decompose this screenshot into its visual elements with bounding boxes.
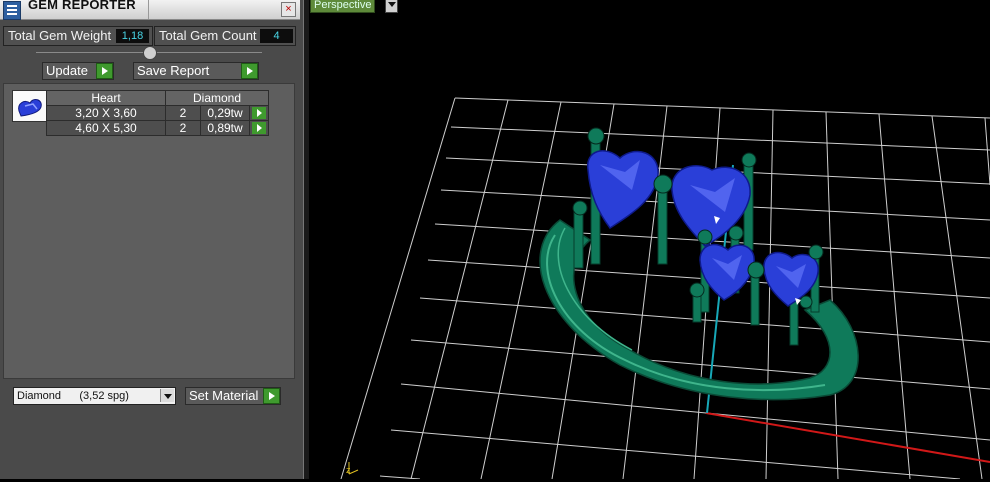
- gem-weight-cell: 0,89tw: [200, 120, 250, 136]
- perspective-viewport[interactable]: z: [309, 0, 990, 480]
- panel-titlebar: GEM REPORTER ×: [0, 0, 300, 20]
- panel-splitter-handle[interactable]: [143, 46, 157, 60]
- total-gem-count-value: 4: [260, 29, 293, 43]
- save-report-button[interactable]: Save Report: [133, 62, 259, 80]
- row-go-cell: [249, 105, 269, 121]
- update-button[interactable]: Update: [42, 62, 114, 80]
- row-go-icon[interactable]: [252, 122, 266, 134]
- total-gem-weight-label: Total Gem Weight: [8, 28, 112, 43]
- gem-size-cell: 4,60 X 5,30: [46, 120, 166, 136]
- gem-reporter-logo-icon: [3, 1, 21, 20]
- material-select-value: Diamond (3,52 spg): [17, 390, 129, 402]
- row-go-cell: [249, 120, 269, 136]
- gem-weight-cell: 0,29tw: [200, 105, 250, 121]
- gem-list-area: Heart Diamond 3,20 X 3,60 2 0,29tw 4,60 …: [3, 83, 295, 379]
- view-mode-dropdown-icon[interactable]: [385, 0, 398, 13]
- total-gem-weight-box: Total Gem Weight 1,18: [3, 26, 153, 46]
- chevron-down-icon[interactable]: [160, 389, 174, 402]
- gem-qty-cell: 2: [165, 105, 201, 121]
- ground-grid: [340, 97, 990, 480]
- title-divider: [148, 0, 149, 19]
- set-material-button[interactable]: Set Material: [185, 387, 281, 405]
- total-gem-weight-value: 1,18: [116, 29, 149, 43]
- set-material-go-icon[interactable]: [263, 388, 280, 404]
- material-select[interactable]: Diamond (3,52 spg): [13, 387, 176, 405]
- save-report-label: Save Report: [137, 63, 210, 78]
- column-header-shape: Heart: [46, 90, 166, 106]
- gem-reporter-panel: GEM REPORTER × Total Gem Weight 1,18 Tot…: [0, 0, 303, 479]
- axis-z-label: z: [346, 465, 351, 475]
- total-gem-count-label: Total Gem Count: [159, 28, 257, 43]
- set-material-label: Set Material: [189, 388, 259, 403]
- close-icon[interactable]: ×: [281, 2, 296, 17]
- heart-gem-icon[interactable]: [12, 90, 47, 122]
- gem-qty-cell: 2: [165, 120, 201, 136]
- table-row[interactable]: 4,60 X 5,30 2 0,89tw: [46, 120, 269, 136]
- panel-title: GEM REPORTER: [28, 0, 136, 12]
- gem-table-header: Heart Diamond: [46, 90, 269, 106]
- row-go-icon[interactable]: [252, 107, 266, 119]
- update-go-icon[interactable]: [96, 63, 113, 79]
- save-report-go-icon[interactable]: [241, 63, 258, 79]
- table-row[interactable]: 3,20 X 3,60 2 0,29tw: [46, 105, 269, 121]
- x-axis-line: [705, 412, 990, 463]
- update-button-label: Update: [46, 63, 88, 78]
- gem-size-cell: 3,20 X 3,60: [46, 105, 166, 121]
- total-gem-count-box: Total Gem Count 4: [154, 26, 296, 46]
- column-header-material: Diamond: [165, 90, 269, 106]
- view-mode-label[interactable]: Perspective: [310, 0, 376, 13]
- viewport-scene: z: [340, 97, 990, 480]
- gem-table: Heart Diamond 3,20 X 3,60 2 0,29tw 4,60 …: [46, 90, 269, 136]
